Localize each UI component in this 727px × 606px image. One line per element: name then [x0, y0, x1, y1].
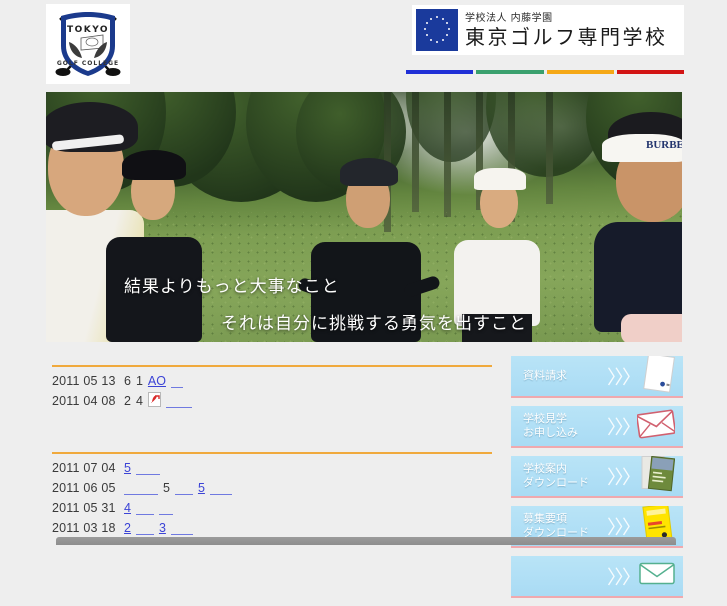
news-link-underline[interactable] — [135, 522, 154, 535]
envelope-icon — [636, 409, 677, 444]
news-link-underline[interactable] — [209, 482, 232, 495]
eu-circle-stars-mark-icon — [416, 9, 458, 51]
news-body: 5 — [124, 461, 160, 475]
news-text: 2 — [124, 394, 131, 408]
news-link-underline[interactable] — [170, 522, 193, 535]
news-date: 2011 05 13 — [52, 374, 116, 388]
sidebar-action-buttons: 資料請求 〉〉〉 学校見学 お申し込み 〉〉〉 学校案内 ダウンロード 〉〉〉 募集要項 ダ… — [511, 356, 683, 606]
green-brochure-icon — [641, 456, 676, 496]
news-date: 2011 04 08 — [52, 394, 116, 408]
rule-segment-orange — [546, 70, 614, 74]
news-link-underline[interactable] — [165, 395, 192, 408]
news-link[interactable]: 5 — [198, 481, 205, 495]
news-row[interactable]: 2011 06 05 5 5 — [52, 478, 492, 498]
svg-text:TOKYO: TOKYO — [67, 25, 109, 35]
news-body: 24 — [124, 392, 192, 410]
golf-college-crest-icon: TOKYO GOLF COLLEGE — [55, 12, 121, 76]
news-body: 55 — [124, 481, 232, 495]
footer-bar — [56, 537, 676, 545]
sidebar-button-request-materials[interactable]: 資料請求 〉〉〉 — [511, 356, 683, 398]
sidebar-button-label: 学校案内 ダウンロード — [523, 462, 589, 489]
chevron-right-icon: 〉〉〉 — [607, 417, 641, 439]
brand-title: 東京ゴルフ専門学校 — [465, 24, 668, 49]
news-link-underline[interactable] — [135, 502, 154, 515]
news-link-underline[interactable] — [170, 375, 183, 388]
rule-segment-blue — [406, 70, 474, 74]
news-link-underline[interactable] — [135, 462, 160, 475]
news-section-divider — [52, 365, 492, 367]
hero-caption-line-1: 結果よりもっと大事なこと — [124, 277, 340, 297]
news-row[interactable]: 2011 05 31 4 — [52, 498, 492, 518]
news-link[interactable]: 5 — [124, 461, 131, 475]
white-document-icon — [643, 356, 675, 396]
news-text: 6 — [124, 374, 131, 388]
hero-caption-line-2: それは自分に挑戦する勇気を出すこと — [221, 314, 527, 334]
rule-segment-green — [476, 70, 544, 74]
sidebar-button-label: 資料請求 — [523, 369, 567, 382]
news-section-divider — [52, 452, 492, 454]
site-header: TOKYO GOLF COLLEGE 学校法人 内藤学園 東京ゴルフ専門学校 — [0, 0, 727, 88]
header-color-rule — [406, 70, 684, 74]
news-section-latest: 2011 05 13 6 1 AO 2011 04 08 2 4 — [52, 365, 492, 411]
news-link[interactable]: 3 — [159, 521, 166, 535]
news-row[interactable]: 2011 04 08 2 4 — [52, 391, 492, 411]
news-link[interactable]: 2 — [124, 521, 131, 535]
sidebar-button-label: 学校見学 お申し込み — [523, 412, 578, 439]
rule-segment-red — [616, 70, 684, 74]
news-text: 1 — [135, 374, 143, 388]
hero-caption: 結果よりもっと大事なこと それは自分に挑戦する勇気を出すこと — [46, 272, 682, 334]
news-link-underline[interactable] — [158, 502, 173, 515]
pdf-icon[interactable] — [147, 392, 161, 410]
brand-lockup[interactable]: 学校法人 内藤学園 東京ゴルフ専門学校 — [412, 5, 684, 55]
news-row[interactable]: 2011 07 04 5 — [52, 458, 492, 478]
news-section-archive: 2011 07 04 5 2011 06 05 5 5 2011 05 31 4 2011 0… — [52, 452, 492, 538]
chevron-right-icon: 〉〉〉 — [607, 517, 641, 539]
sidebar-button-fifth-action-button[interactable]: 〉〉〉 — [511, 556, 683, 598]
chevron-right-icon: 〉〉〉 — [607, 467, 641, 489]
green-envelope-icon — [639, 561, 675, 592]
news-date: 2011 03 18 — [52, 521, 116, 535]
hero-banner[interactable]: BURBERRY 結果よりもっと大事なこと それは自分に挑戦する勇気を出すこと — [46, 92, 682, 342]
news-row[interactable]: 2011 03 18 2 3 — [52, 518, 492, 538]
brand-subtitle: 学校法人 内藤学園 — [465, 12, 553, 24]
news-link[interactable]: 4 — [124, 501, 131, 515]
news-body: 23 — [124, 521, 193, 535]
svg-text:GOLF COLLEGE: GOLF COLLEGE — [57, 60, 119, 67]
news-body: 6 1 AO — [124, 374, 183, 388]
sidebar-button-label: 募集要項 ダウンロード — [523, 512, 589, 539]
news-text: 4 — [135, 394, 143, 408]
school-crest-logo[interactable]: TOKYO GOLF COLLEGE — [46, 4, 130, 84]
news-body: 4 — [124, 501, 173, 515]
sidebar-button-school-visit-application[interactable]: 学校見学 お申し込み 〉〉〉 — [511, 406, 683, 448]
news-date: 2011 06 05 — [52, 481, 116, 495]
chevron-right-icon: 〉〉〉 — [607, 367, 641, 389]
news-link-underline[interactable] — [174, 482, 193, 495]
news-date: 2011 05 31 — [52, 501, 116, 515]
news-text: 5 — [163, 481, 170, 495]
news-link[interactable]: AO — [148, 374, 166, 388]
news-link-underline[interactable] — [124, 482, 158, 495]
hero-photo: BURBERRY 結果よりもっと大事なこと それは自分に挑戦する勇気を出すこと — [46, 92, 682, 342]
sidebar-button-school-guide-download[interactable]: 学校案内 ダウンロード 〉〉〉 — [511, 456, 683, 498]
news-row[interactable]: 2011 05 13 6 1 AO — [52, 371, 492, 391]
chevron-right-icon: 〉〉〉 — [607, 567, 641, 589]
news-date: 2011 07 04 — [52, 461, 116, 475]
